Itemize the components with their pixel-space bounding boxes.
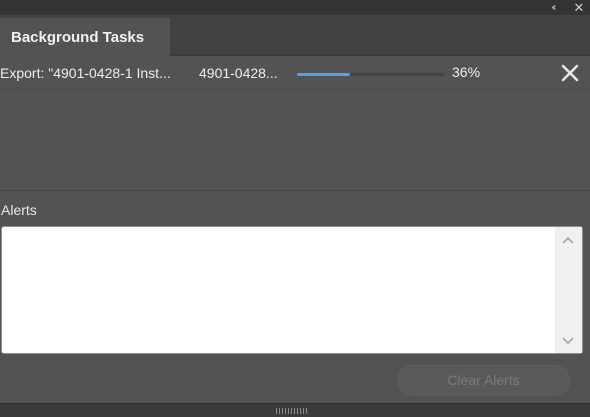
task-row: Export: "4901-0428-1 Inst... 4901-0428..… (0, 57, 590, 90)
collapse-panel-icon[interactable]: ‹‹ (545, 0, 561, 15)
task-name: Export: "4901-0428-1 Inst... (0, 65, 171, 81)
tab-strip: Background Tasks (0, 15, 590, 56)
scroll-up-icon[interactable] (561, 235, 575, 245)
task-progress-bar (297, 73, 445, 76)
cancel-task-icon[interactable] (560, 63, 580, 83)
alerts-scrollbar[interactable] (555, 227, 582, 353)
panel-bottom-bar (0, 403, 590, 417)
task-progress-fill (297, 73, 351, 76)
alerts-list[interactable] (1, 226, 583, 354)
close-panel-icon[interactable]: ✕ (571, 0, 587, 15)
resize-grip-icon[interactable] (276, 408, 308, 414)
alerts-label: Alerts (1, 202, 37, 218)
panel-title-bar: ‹‹ ✕ (0, 0, 590, 15)
tab-background-tasks[interactable]: Background Tasks (0, 18, 170, 56)
task-progress-percent: 36% (452, 64, 481, 80)
section-divider (0, 190, 590, 191)
scroll-down-icon[interactable] (561, 336, 575, 346)
task-document: 4901-0428... (199, 65, 278, 81)
clear-alerts-button[interactable]: Clear Alerts (397, 365, 570, 396)
